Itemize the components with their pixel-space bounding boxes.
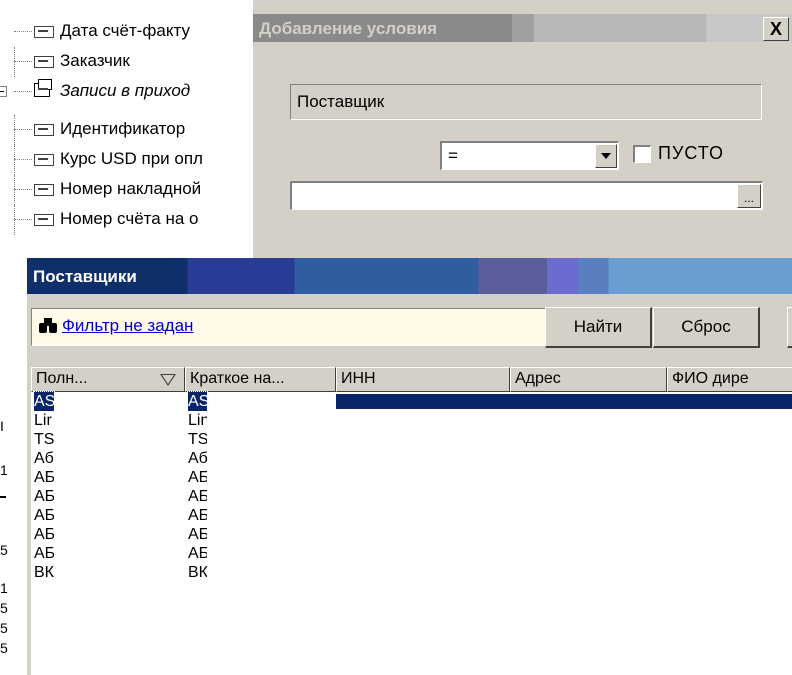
suppliers-titlebar[interactable]: Поставщики [27, 258, 792, 294]
tree-item-label: Номер накладной [60, 179, 202, 198]
row-selection-highlight [336, 394, 792, 409]
field-icon [34, 124, 54, 136]
cell-full-name: АБ [34, 469, 54, 486]
browse-button[interactable]: ... [737, 184, 761, 208]
cell-full-name: Lir [34, 412, 52, 429]
background-fragment: I [0, 418, 4, 434]
tree-item-label: Записи в приход [60, 81, 191, 100]
tree-item-label: Заказчик [60, 51, 130, 70]
field-icon [34, 214, 54, 226]
cell-short-name: TS [188, 431, 207, 448]
background-fragment: 5 [0, 640, 8, 656]
dialog-title: Добавление условия [259, 19, 438, 38]
field-icon [34, 184, 54, 196]
tree-item[interactable]: Курс USD при опл [0, 145, 256, 175]
cell-full-name: АБ [34, 507, 54, 524]
column-header-short-name[interactable]: Краткое на... [185, 367, 336, 392]
table-group-icon [34, 79, 52, 97]
condition-value-input[interactable]: ... [290, 181, 763, 210]
expand-icon[interactable] [0, 86, 7, 97]
cell-short-name: АБ [188, 488, 207, 505]
tree-item-label: Номер счёта на о [60, 209, 199, 228]
column-header-inn[interactable]: ИНН [336, 367, 510, 392]
toolbar-button-partial[interactable] [787, 307, 792, 348]
column-header-label: Полн... [36, 370, 88, 387]
tree-item[interactable]: Записи в приход [0, 77, 256, 107]
suppliers-window: Поставщики Фильтр не задан Найти Сброс П… [27, 258, 792, 675]
empty-checkbox-label: ПУСТО [658, 143, 724, 163]
condition-field-name: Поставщик [290, 84, 762, 120]
cell-full-name: АБ [34, 488, 54, 505]
tree-item[interactable]: Идентификатор [0, 115, 256, 145]
field-icon [34, 154, 54, 166]
column-header-label: Адрес [515, 370, 561, 387]
tree-item[interactable]: Номер счёта на о [0, 205, 256, 235]
suppliers-grid[interactable]: Полн... Краткое на... ИНН Адрес ФИО дире… [31, 367, 792, 675]
condition-field-label: Поставщик [297, 92, 385, 111]
operator-value: = [448, 146, 458, 165]
cell-short-name: AS [187, 391, 208, 412]
table-row[interactable]: TS TS [31, 430, 792, 449]
tree-item-label: Дата счёт-факту [60, 21, 190, 40]
column-header-director[interactable]: ФИО дире [667, 367, 792, 392]
background-fragment: 1 [0, 462, 8, 478]
dialog-titlebar[interactable]: Добавление условия X [253, 14, 792, 42]
cell-short-name: Lin [188, 412, 207, 429]
reset-button[interactable]: Сброс [653, 307, 760, 348]
cell-full-name: AS [33, 391, 55, 412]
tree-item[interactable]: Заказчик [0, 47, 256, 77]
background-fragment: 1 [0, 580, 8, 596]
cell-full-name: АБ [34, 545, 54, 562]
table-row[interactable]: АБ АБ [31, 487, 792, 506]
cell-short-name: АБ [188, 526, 207, 543]
find-button[interactable]: Найти [545, 307, 652, 348]
cell-short-name: АБ [188, 469, 207, 486]
cell-full-name: Аб [34, 450, 54, 467]
background-fragment: 5 [0, 542, 8, 558]
cell-short-name: АБ [188, 507, 207, 524]
filter-panel[interactable]: Фильтр не задан [31, 308, 547, 346]
cell-short-name: ВК. [188, 564, 207, 581]
background-fragment: 5 [0, 620, 8, 636]
grid-header: Полн... Краткое на... ИНН Адрес ФИО дире [31, 367, 792, 392]
table-row[interactable]: Lir Lin [31, 411, 792, 430]
table-row[interactable]: AS AS [31, 391, 792, 412]
binoculars-icon [38, 317, 58, 335]
field-icon [34, 26, 54, 38]
column-header-label: ИНН [341, 370, 376, 387]
field-icon [34, 56, 54, 68]
column-header-label: Краткое на... [190, 370, 285, 387]
cell-short-name: АБ [188, 545, 207, 562]
sort-desc-icon [160, 374, 176, 386]
close-button[interactable]: X [763, 17, 789, 41]
tree-item[interactable]: Дата счёт-факту [0, 17, 256, 47]
table-row[interactable]: Аб Аб. [31, 449, 792, 468]
table-row[interactable]: АБ АБ [31, 468, 792, 487]
tree-item[interactable]: Номер накладной [0, 175, 256, 205]
table-row[interactable]: ВК ВК. [31, 563, 792, 582]
cell-full-name: ВК [34, 564, 54, 581]
empty-checkbox[interactable] [633, 145, 651, 163]
filter-link[interactable]: Фильтр не задан [62, 316, 193, 336]
background-fragment: 5 [0, 600, 8, 616]
column-header-label: ФИО дире [672, 370, 749, 387]
field-tree: Дата счёт-факту Заказчик Записи в приход… [0, 0, 256, 260]
table-row[interactable]: АБ АБ [31, 544, 792, 563]
tree-item-label: Курс USD при опл [60, 149, 203, 168]
column-header-address[interactable]: Адрес [510, 367, 667, 392]
cell-full-name: TS [34, 431, 54, 448]
operator-select[interactable]: = [440, 141, 619, 170]
table-row[interactable]: АБ АБ [31, 525, 792, 544]
add-condition-dialog: Добавление условия X Поставщик = ПУСТО .… [252, 0, 792, 262]
tree-item-label: Идентификатор [60, 119, 186, 138]
chevron-down-icon[interactable] [595, 144, 617, 168]
cell-short-name: Аб. [188, 450, 207, 467]
column-header-full-name[interactable]: Полн... [31, 367, 185, 392]
cell-full-name: АБ [34, 526, 54, 543]
background-fragment-bar [0, 496, 6, 498]
table-row[interactable]: АБ АБ [31, 506, 792, 525]
suppliers-title: Поставщики [33, 267, 137, 286]
